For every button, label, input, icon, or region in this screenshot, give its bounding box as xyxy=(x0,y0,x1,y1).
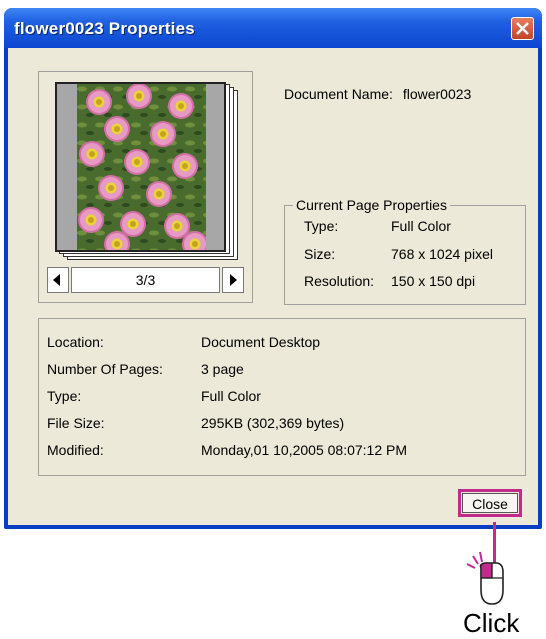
close-button-face: Close xyxy=(462,493,518,513)
location-value: Document Desktop xyxy=(201,334,321,350)
file-size-value: 295KB (302,369 bytes) xyxy=(201,415,345,431)
file-size-label: File Size: xyxy=(47,415,105,431)
current-page-legend: Current Page Properties xyxy=(293,197,450,213)
click-label: Click xyxy=(463,608,520,638)
modified-value: Monday,01 10,2005 08:07:12 PM xyxy=(201,442,408,458)
close-x-icon xyxy=(516,22,529,35)
next-page-button[interactable] xyxy=(222,267,244,293)
properties-window: flower0023 Properties 3/3 Document Name:… xyxy=(4,8,542,529)
document-name-value: flower0023 xyxy=(402,86,472,102)
pages-value: 3 page xyxy=(201,361,244,377)
type-label: Type: xyxy=(47,388,82,404)
title-bar[interactable]: flower0023 Properties xyxy=(4,8,542,48)
current-size-value: 768 x 1024 pixel xyxy=(391,246,493,262)
arrow-left-icon xyxy=(53,274,60,286)
location-label: Location: xyxy=(47,334,104,350)
previous-page-button[interactable] xyxy=(47,267,69,293)
close-button-label: Close xyxy=(472,496,508,512)
page-preview xyxy=(55,82,238,260)
current-size-label: Size: xyxy=(304,246,336,262)
arrow-right-icon xyxy=(230,274,237,286)
current-type-value: Full Color xyxy=(391,218,451,234)
current-resolution-label: Resolution: xyxy=(304,273,375,289)
document-name: Document Name: flower0023 xyxy=(284,86,471,102)
current-page-properties: Current Page Properties Type: Full Color… xyxy=(284,197,526,305)
pages-label: Number Of Pages: xyxy=(47,361,163,377)
modified-label: Modified: xyxy=(47,442,104,458)
flower-photo xyxy=(77,84,206,250)
current-resolution-value: 150 x 150 dpi xyxy=(391,273,476,289)
document-details: Location: Document Desktop Number Of Pag… xyxy=(38,318,526,476)
window-title: flower0023 Properties xyxy=(14,19,195,38)
titlebar-close-button[interactable] xyxy=(511,17,534,40)
document-name-label: Document Name: xyxy=(284,86,393,102)
dialog-client-area: 3/3 Document Name: flower0023 Current Pa… xyxy=(8,48,538,525)
preview-panel: 3/3 xyxy=(38,71,253,303)
current-type-label: Type: xyxy=(304,218,339,234)
page-thumbnail xyxy=(55,82,226,252)
page-indicator: 3/3 xyxy=(71,267,220,293)
page-navigator: 3/3 xyxy=(47,267,244,293)
close-button[interactable]: Close xyxy=(458,489,522,517)
type-value: Full Color xyxy=(201,388,261,404)
mouse-icon xyxy=(463,550,519,611)
